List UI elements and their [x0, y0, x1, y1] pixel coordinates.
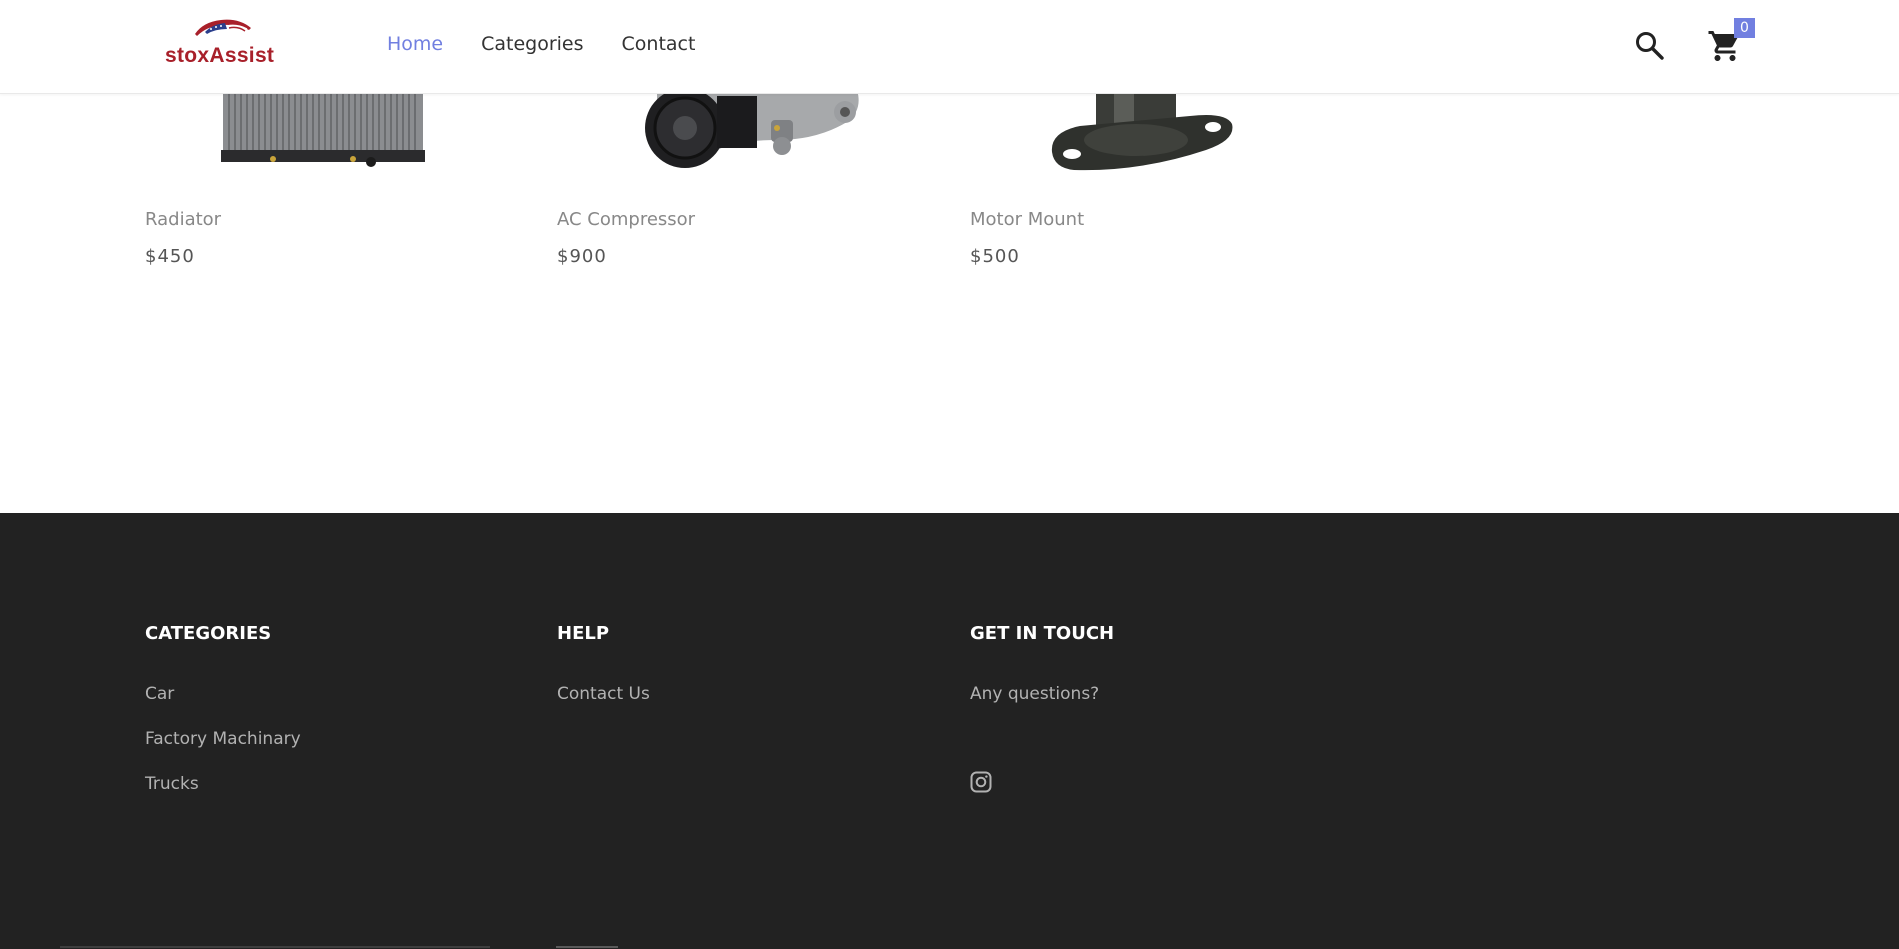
footer-divider: [556, 946, 618, 948]
logo-text: stoxAssist: [165, 44, 275, 67]
cart-count-badge: 0: [1734, 18, 1755, 38]
site-footer: CATEGORIES Car Factory Machinary Trucks …: [0, 513, 1899, 949]
footer-get-in-touch: GET IN TOUCH Any questions?: [970, 623, 1114, 704]
product-price: $500: [970, 246, 1020, 267]
footer-help: HELP Contact Us: [557, 623, 650, 729]
site-logo[interactable]: stoxAssist: [163, 16, 275, 68]
footer-link-car[interactable]: Car: [145, 684, 301, 704]
footer-heading-get-in-touch: GET IN TOUCH: [970, 623, 1115, 644]
product-price: $900: [557, 246, 607, 267]
product-name[interactable]: AC Compressor: [557, 209, 695, 230]
footer-heading-categories: CATEGORIES: [145, 623, 272, 644]
nav-categories[interactable]: Categories: [481, 33, 583, 55]
product-price: $450: [145, 246, 195, 267]
search-icon[interactable]: [1634, 30, 1666, 62]
footer-divider: [60, 946, 490, 948]
footer-categories: CATEGORIES Car Factory Machinary Trucks: [145, 623, 301, 819]
nav-contact[interactable]: Contact: [622, 33, 696, 55]
product-name[interactable]: Motor Mount: [970, 209, 1084, 230]
nav-home[interactable]: Home: [387, 33, 443, 55]
footer-any-questions: Any questions?: [970, 684, 1100, 704]
site-header: stoxAssist Home Categories Contact 0: [0, 0, 1899, 94]
footer-link-trucks[interactable]: Trucks: [145, 774, 301, 794]
footer-heading-help: HELP: [557, 623, 610, 644]
main-nav: Home Categories Contact: [387, 33, 733, 55]
car-flag-logo-icon: [195, 19, 251, 36]
footer-link-factory-machinary[interactable]: Factory Machinary: [145, 729, 301, 749]
footer-link-contact-us[interactable]: Contact Us: [557, 684, 650, 704]
product-name[interactable]: Radiator: [145, 209, 221, 230]
instagram-icon[interactable]: [970, 771, 992, 793]
